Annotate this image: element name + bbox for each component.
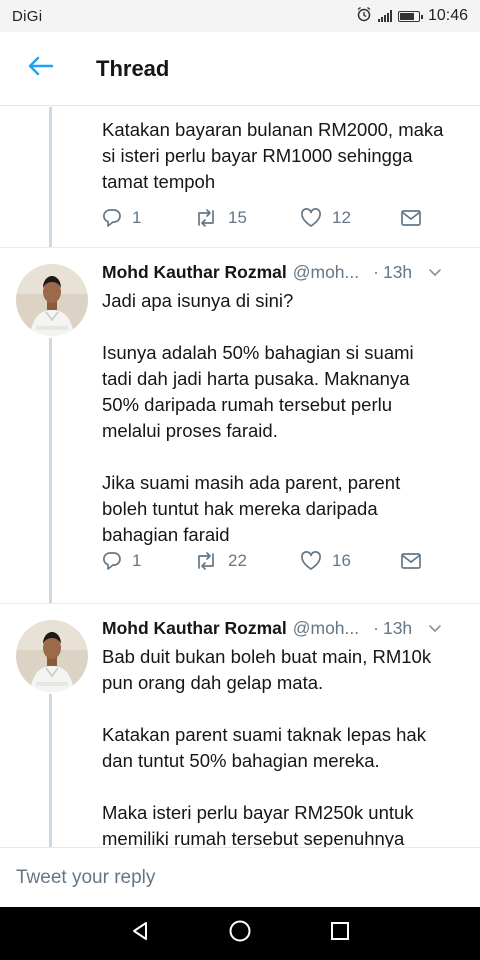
- arrow-left-icon: [27, 56, 54, 81]
- tweet-item[interactable]: Katakan bayaran bulanan RM2000, maka si …: [0, 107, 480, 247]
- reply-button[interactable]: 1: [102, 551, 194, 571]
- reply-input[interactable]: Tweet your reply: [0, 847, 480, 907]
- like-count: 16: [332, 551, 351, 570]
- page-title: Thread: [96, 55, 170, 81]
- share-button[interactable]: [400, 552, 422, 570]
- heart-icon: [300, 208, 322, 228]
- tweet-time: 13h: [382, 262, 413, 282]
- thread-connector-line: [49, 107, 52, 247]
- recents-square-icon: [329, 920, 351, 947]
- mail-icon: [400, 209, 422, 227]
- retweet-button[interactable]: 22: [194, 551, 300, 571]
- author-name[interactable]: Mohd Kauthar Rozmal: [102, 262, 287, 283]
- retweet-count: 15: [228, 208, 247, 227]
- tweet-item[interactable]: Mohd Kauthar Rozmal @moh... · 13h Jadi a…: [0, 247, 480, 604]
- chevron-down-icon[interactable]: [428, 624, 442, 634]
- tweet-header: Mohd Kauthar Rozmal @moh... · 13h: [102, 618, 472, 639]
- signal-icon: [377, 10, 392, 22]
- thread-list[interactable]: Katakan bayaran bulanan RM2000, maka si …: [0, 107, 480, 847]
- like-count: 12: [332, 208, 351, 227]
- nav-back-button[interactable]: [120, 914, 160, 954]
- tweet-text: Jadi apa isunya di sini? Isunya adalah 5…: [102, 290, 414, 545]
- separator-dot: ·: [373, 262, 379, 282]
- separator-dot: ·: [373, 618, 379, 638]
- tweet-text: Katakan bayaran bulanan RM2000, maka si …: [102, 119, 444, 192]
- retweet-button[interactable]: 15: [194, 208, 300, 228]
- reply-button[interactable]: 1: [102, 208, 194, 228]
- tweet-header: Mohd Kauthar Rozmal @moh... · 13h: [102, 262, 472, 283]
- reply-icon: [102, 208, 122, 228]
- thread-connector-line: [49, 338, 52, 604]
- heart-icon: [300, 551, 322, 571]
- avatar[interactable]: [16, 264, 88, 336]
- alarm-icon: [356, 6, 372, 26]
- battery-icon: [397, 10, 423, 22]
- reply-icon: [102, 551, 122, 571]
- tweet-text: Bab duit bukan boleh buat main, RM10k pu…: [102, 646, 432, 847]
- tweet-time: 13h: [382, 618, 413, 638]
- back-button[interactable]: [0, 32, 80, 106]
- thread-header: Thread: [0, 32, 480, 106]
- back-triangle-icon: [129, 920, 151, 947]
- author-handle[interactable]: @moh...: [293, 262, 359, 283]
- share-button[interactable]: [400, 209, 422, 227]
- thread-connector-line: [49, 694, 52, 847]
- home-circle-icon: [228, 919, 252, 948]
- status-bar: DiGi 10:46: [0, 0, 480, 32]
- author-name[interactable]: Mohd Kauthar Rozmal: [102, 618, 287, 639]
- reply-count: 1: [132, 551, 142, 570]
- like-button[interactable]: 16: [300, 551, 400, 571]
- carrier-name: DiGi: [12, 7, 43, 25]
- nav-home-button[interactable]: [220, 914, 260, 954]
- author-handle[interactable]: @moh...: [293, 618, 359, 639]
- mail-icon: [400, 552, 422, 570]
- tweet-actions: 1 22 16: [102, 548, 422, 574]
- tweet-actions: 1 15 12: [102, 205, 422, 231]
- retweet-count: 22: [228, 551, 247, 570]
- reply-count: 1: [132, 208, 142, 227]
- clock-time: 10:46: [427, 7, 468, 24]
- avatar[interactable]: [16, 620, 88, 692]
- retweet-icon: [194, 208, 218, 228]
- system-nav-bar: [0, 907, 480, 960]
- retweet-icon: [194, 551, 218, 571]
- tweet-item[interactable]: Mohd Kauthar Rozmal @moh... · 13h Bab du…: [0, 603, 480, 847]
- status-icons: 10:46: [356, 6, 468, 26]
- chevron-down-icon[interactable]: [428, 268, 442, 278]
- nav-recents-button[interactable]: [320, 914, 360, 954]
- like-button[interactable]: 12: [300, 208, 400, 228]
